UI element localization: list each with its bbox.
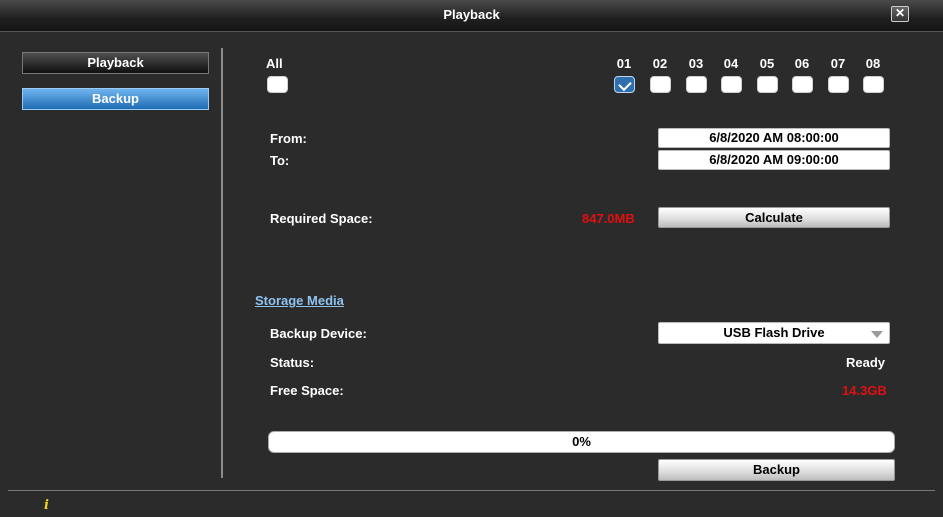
- channel-checkbox-08[interactable]: [863, 76, 884, 93]
- channel-checkbox-04[interactable]: [721, 76, 742, 93]
- channel-label-02: 02: [652, 56, 668, 71]
- channel-checkbox-01[interactable]: [614, 76, 635, 93]
- sidebar-item-backup[interactable]: Backup: [22, 88, 209, 110]
- from-label: From:: [270, 131, 307, 146]
- info-icon[interactable]: i: [44, 498, 49, 513]
- channel-label-08: 08: [865, 56, 881, 71]
- window-title: Playback: [443, 7, 500, 22]
- required-space-label: Required Space:: [270, 211, 373, 226]
- to-datetime-field[interactable]: 6/8/2020 AM 09:00:00: [658, 150, 890, 170]
- to-label: To:: [270, 153, 290, 168]
- channel-checkbox-02[interactable]: [650, 76, 671, 93]
- channel-label-01: 01: [616, 56, 632, 71]
- status-value: Ready: [846, 355, 886, 370]
- footer-divider: [8, 490, 935, 491]
- calculate-button[interactable]: Calculate: [658, 207, 890, 228]
- all-channels-label: All: [266, 56, 283, 71]
- storage-media-link[interactable]: Storage Media: [255, 293, 344, 308]
- channel-label-03: 03: [688, 56, 704, 71]
- close-icon[interactable]: ✕: [891, 6, 909, 22]
- from-datetime-field[interactable]: 6/8/2020 AM 08:00:00: [658, 128, 890, 148]
- backup-progress-bar: 0%: [268, 431, 895, 453]
- status-label: Status:: [270, 355, 315, 370]
- channel-label-07: 07: [830, 56, 846, 71]
- sidebar-item-playback[interactable]: Playback: [22, 52, 209, 74]
- channel-label-05: 05: [759, 56, 775, 71]
- channel-checkbox-07[interactable]: [828, 76, 849, 93]
- vertical-divider: [221, 48, 223, 478]
- required-space-value: 847.0MB: [582, 211, 635, 226]
- channel-label-04: 04: [723, 56, 739, 71]
- free-space-label: Free Space:: [270, 383, 344, 398]
- backup-button[interactable]: Backup: [658, 459, 895, 481]
- channel-checkbox-03[interactable]: [686, 76, 707, 93]
- backup-device-select[interactable]: USB Flash Drive: [658, 322, 890, 344]
- chevron-down-icon: [871, 331, 883, 338]
- all-channels-checkbox[interactable]: [267, 76, 288, 93]
- backup-device-label: Backup Device:: [270, 326, 367, 341]
- channel-label-06: 06: [794, 56, 810, 71]
- title-bar: Playback ✕: [0, 0, 943, 32]
- free-space-value: 14.3GB: [842, 383, 887, 398]
- channel-checkbox-06[interactable]: [792, 76, 813, 93]
- backup-device-value: USB Flash Drive: [723, 325, 825, 340]
- channel-checkbox-05[interactable]: [757, 76, 778, 93]
